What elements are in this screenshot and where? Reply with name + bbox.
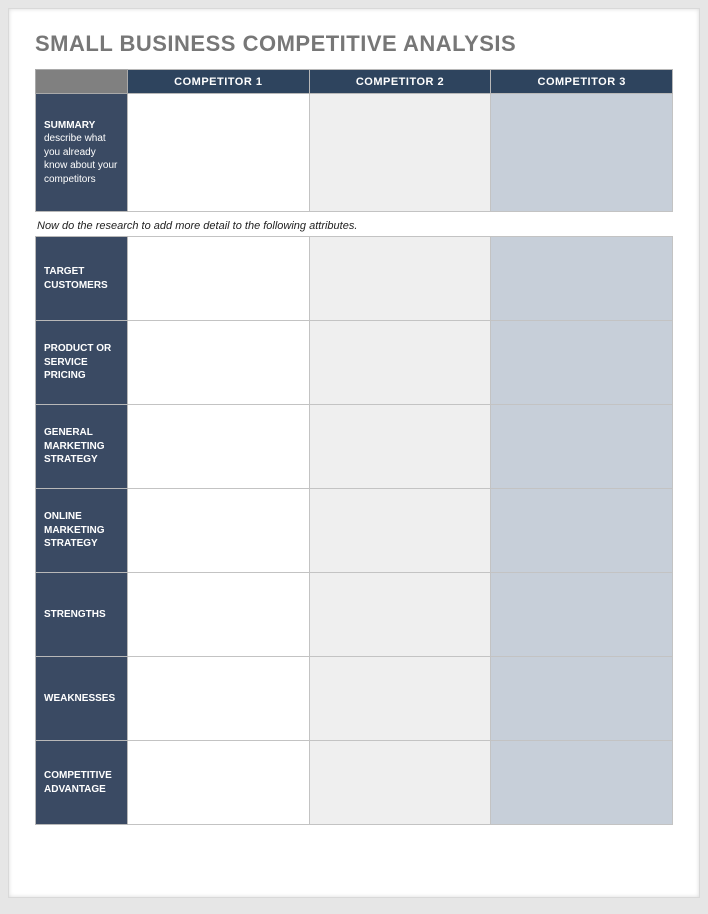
cell-general-marketing-c3[interactable] (491, 405, 673, 489)
cell-strengths-c3[interactable] (491, 573, 673, 657)
table-row: COMPETITIVE ADVANTAGE (36, 741, 673, 825)
cell-competitive-advantage-c2[interactable] (309, 741, 491, 825)
row-label-weaknesses: WEAKNESSES (36, 657, 128, 741)
cell-target-customers-c3[interactable] (491, 237, 673, 321)
row-label-competitive-advantage: COMPETITIVE ADVANTAGE (36, 741, 128, 825)
summary-cell-c1[interactable] (128, 94, 310, 212)
summary-cell-c3[interactable] (491, 94, 673, 212)
page-title: SMALL BUSINESS COMPETITIVE ANALYSIS (35, 31, 673, 57)
cell-weaknesses-c3[interactable] (491, 657, 673, 741)
cell-pricing-c2[interactable] (309, 321, 491, 405)
summary-row: SUMMARY describe what you already know a… (36, 94, 673, 212)
row-label-pricing: PRODUCT OR SERVICE PRICING (36, 321, 128, 405)
summary-label-title: SUMMARY (44, 120, 95, 131)
table-row: WEAKNESSES (36, 657, 673, 741)
attributes-table: TARGET CUSTOMERS PRODUCT OR SERVICE PRIC… (35, 236, 673, 825)
header-competitor-1: COMPETITOR 1 (128, 70, 310, 94)
row-label-online-marketing: ONLINE MARKETING STRATEGY (36, 489, 128, 573)
table-row: GENERAL MARKETING STRATEGY (36, 405, 673, 489)
header-competitor-2: COMPETITOR 2 (309, 70, 491, 94)
header-competitor-3: COMPETITOR 3 (491, 70, 673, 94)
header-corner (36, 70, 128, 94)
cell-weaknesses-c2[interactable] (309, 657, 491, 741)
cell-general-marketing-c2[interactable] (309, 405, 491, 489)
row-label-strengths: STRENGTHS (36, 573, 128, 657)
cell-pricing-c3[interactable] (491, 321, 673, 405)
cell-target-customers-c1[interactable] (128, 237, 310, 321)
cell-online-marketing-c1[interactable] (128, 489, 310, 573)
table-row: TARGET CUSTOMERS (36, 237, 673, 321)
cell-general-marketing-c1[interactable] (128, 405, 310, 489)
row-label-general-marketing: GENERAL MARKETING STRATEGY (36, 405, 128, 489)
summary-label-sub: describe what you already know about you… (44, 133, 117, 185)
summary-cell-c2[interactable] (309, 94, 491, 212)
cell-strengths-c1[interactable] (128, 573, 310, 657)
cell-online-marketing-c3[interactable] (491, 489, 673, 573)
table-row: PRODUCT OR SERVICE PRICING (36, 321, 673, 405)
table-row: ONLINE MARKETING STRATEGY (36, 489, 673, 573)
cell-online-marketing-c2[interactable] (309, 489, 491, 573)
instruction-text: Now do the research to add more detail t… (37, 220, 673, 232)
summary-label: SUMMARY describe what you already know a… (36, 94, 128, 212)
cell-strengths-c2[interactable] (309, 573, 491, 657)
table-row: STRENGTHS (36, 573, 673, 657)
cell-competitive-advantage-c3[interactable] (491, 741, 673, 825)
cell-target-customers-c2[interactable] (309, 237, 491, 321)
header-row: COMPETITOR 1 COMPETITOR 2 COMPETITOR 3 (36, 70, 673, 94)
document-page: SMALL BUSINESS COMPETITIVE ANALYSIS COMP… (8, 8, 700, 898)
row-label-target-customers: TARGET CUSTOMERS (36, 237, 128, 321)
cell-pricing-c1[interactable] (128, 321, 310, 405)
summary-table: COMPETITOR 1 COMPETITOR 2 COMPETITOR 3 S… (35, 69, 673, 212)
cell-weaknesses-c1[interactable] (128, 657, 310, 741)
cell-competitive-advantage-c1[interactable] (128, 741, 310, 825)
